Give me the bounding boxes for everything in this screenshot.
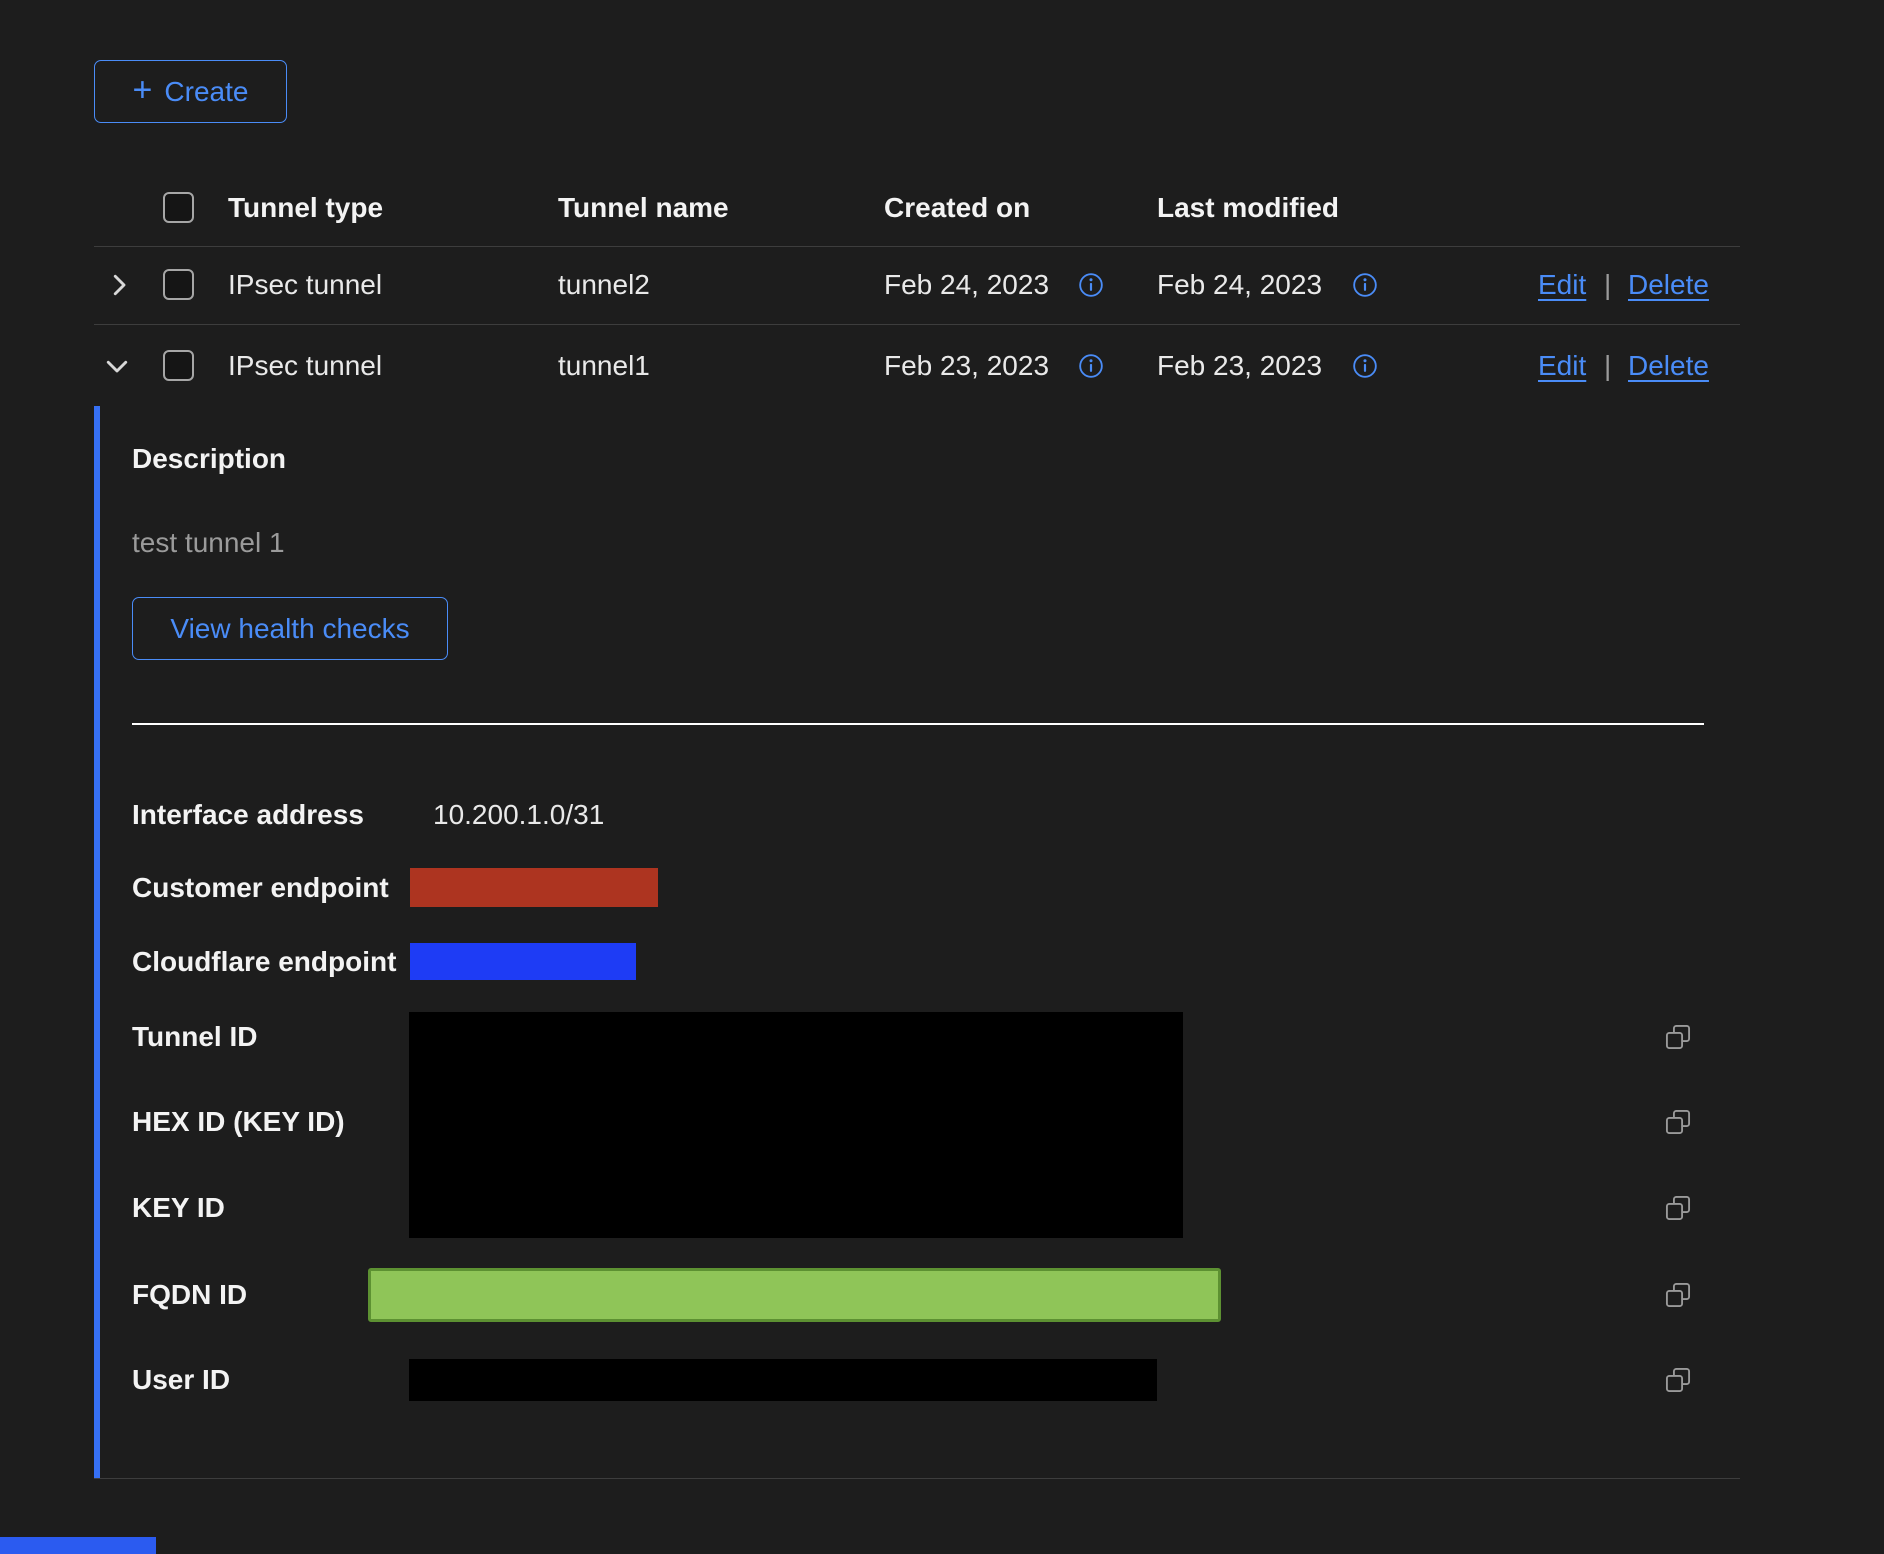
info-icon[interactable] [1352, 272, 1378, 298]
row-divider-line [94, 324, 1740, 325]
delete-link[interactable]: Delete [1628, 349, 1709, 383]
column-header-tunnel-type: Tunnel type [228, 191, 383, 225]
copy-icon[interactable] [1664, 1023, 1692, 1051]
user-id-label: User ID [132, 1363, 230, 1397]
chevron-right-icon[interactable] [104, 270, 134, 300]
delete-link[interactable]: Delete [1628, 268, 1709, 302]
column-header-created-on: Created on [884, 191, 1030, 225]
customer-endpoint-redacted-value [410, 868, 658, 907]
copy-icon[interactable] [1664, 1108, 1692, 1136]
cell-last-modified: Feb 23, 2023 [1157, 349, 1322, 383]
table-bottom-line [94, 1478, 1740, 1479]
info-icon[interactable] [1352, 353, 1378, 379]
action-separator: | [1604, 268, 1611, 302]
select-all-checkbox[interactable] [163, 192, 194, 223]
action-separator: | [1604, 349, 1611, 383]
plus-icon: + [133, 73, 153, 107]
info-icon[interactable] [1078, 353, 1104, 379]
ipsec-tunnels-page: + Create Tunnel type Tunnel name Created… [0, 0, 1884, 1554]
tunnel-id-label: Tunnel ID [132, 1020, 257, 1054]
cloudflare-endpoint-redacted-value [410, 943, 636, 980]
cell-last-modified: Feb 24, 2023 [1157, 268, 1322, 302]
copy-icon[interactable] [1664, 1194, 1692, 1222]
tunnel-id-redacted-block [409, 1012, 1183, 1238]
info-icon[interactable] [1078, 272, 1104, 298]
section-divider [132, 723, 1704, 725]
cell-tunnel-type: IPsec tunnel [228, 349, 382, 383]
description-value: test tunnel 1 [132, 526, 285, 560]
hex-id-label: HEX ID (KEY ID) [132, 1105, 345, 1139]
copy-icon[interactable] [1664, 1281, 1692, 1309]
view-health-checks-label: View health checks [170, 615, 409, 643]
cell-tunnel-name: tunnel2 [558, 268, 650, 302]
view-health-checks-button[interactable]: View health checks [132, 597, 448, 660]
edit-link[interactable]: Edit [1538, 268, 1586, 302]
create-button-label: Create [164, 78, 248, 106]
bottom-partial-element [0, 1537, 156, 1554]
edit-link[interactable]: Edit [1538, 349, 1586, 383]
key-id-label: KEY ID [132, 1191, 225, 1225]
interface-address-value: 10.200.1.0/31 [433, 798, 604, 832]
create-button[interactable]: + Create [94, 60, 287, 123]
column-header-last-modified: Last modified [1157, 191, 1339, 225]
cell-created-on: Feb 24, 2023 [884, 268, 1049, 302]
row-checkbox[interactable] [163, 269, 194, 300]
header-divider-line [94, 246, 1740, 247]
description-heading: Description [132, 442, 286, 476]
cell-created-on: Feb 23, 2023 [884, 349, 1049, 383]
fqdn-id-label: FQDN ID [132, 1278, 247, 1312]
column-header-tunnel-name: Tunnel name [558, 191, 729, 225]
row-checkbox[interactable] [163, 350, 194, 381]
user-id-redacted-value [409, 1359, 1157, 1401]
chevron-down-icon[interactable] [102, 351, 132, 381]
customer-endpoint-label: Customer endpoint [132, 871, 389, 905]
cell-tunnel-name: tunnel1 [558, 349, 650, 383]
interface-address-label: Interface address [132, 798, 364, 832]
copy-icon[interactable] [1664, 1366, 1692, 1394]
cloudflare-endpoint-label: Cloudflare endpoint [132, 945, 396, 979]
expanded-panel-accent-bar [94, 406, 100, 1478]
fqdn-id-redacted-value [368, 1268, 1221, 1322]
cell-tunnel-type: IPsec tunnel [228, 268, 382, 302]
